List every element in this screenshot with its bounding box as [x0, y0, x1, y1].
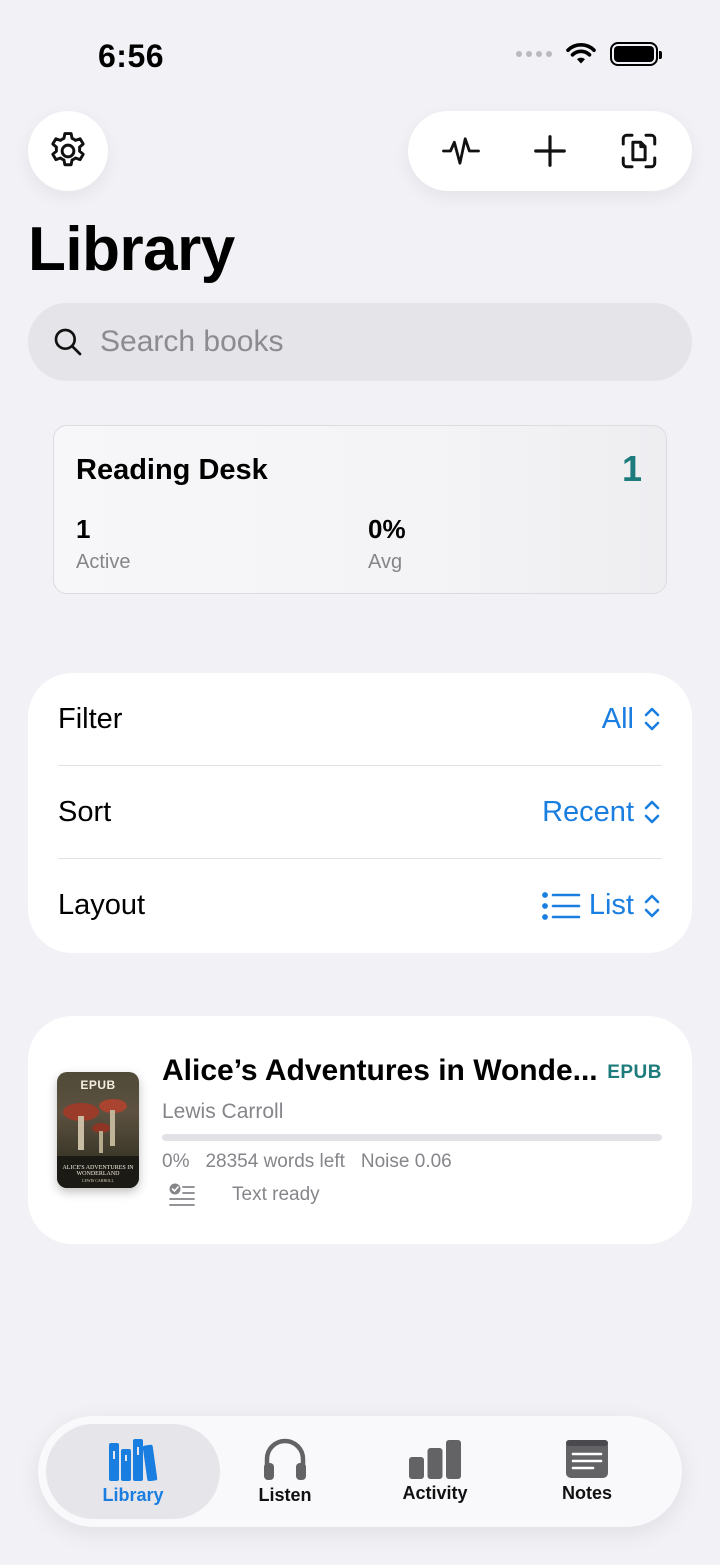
- stat-active: 1 Active: [76, 514, 130, 574]
- layout-label: Layout: [58, 889, 146, 921]
- book-progress-percent: 0%: [162, 1151, 190, 1172]
- book-status: Text ready: [168, 1182, 320, 1208]
- note-icon: [566, 1440, 608, 1478]
- book-cover: EPUB ALICE'S ADVENTURES IN WONDERLAND LE…: [57, 1072, 139, 1188]
- plus-icon: [534, 135, 566, 167]
- cover-author: LEWIS CARROLL: [82, 1178, 114, 1183]
- add-book-button[interactable]: [518, 119, 582, 183]
- tab-listen-label: Listen: [258, 1485, 312, 1505]
- layout-row[interactable]: Layout List: [58, 859, 662, 952]
- book-status-text: Text ready: [232, 1184, 320, 1205]
- tab-library-label: Library: [102, 1485, 164, 1505]
- sort-value: Recent: [542, 795, 634, 828]
- layout-value: List: [588, 889, 634, 921]
- chevron-up-down-icon: [644, 800, 660, 824]
- search-icon: [54, 328, 82, 356]
- page-title: Library: [28, 215, 235, 284]
- chevron-up-down-icon: [644, 707, 660, 731]
- tab-listen[interactable]: Listen: [198, 1424, 372, 1519]
- sort-row[interactable]: Sort Recent: [58, 766, 662, 859]
- book-words-left: 28354 words left: [205, 1151, 345, 1172]
- stat-avg-label: Avg: [368, 551, 403, 573]
- reading-desk-title: Reading Desk: [76, 454, 268, 486]
- tab-activity-label: Activity: [402, 1483, 468, 1503]
- activity-button[interactable]: [429, 119, 493, 183]
- status-icons: [516, 42, 662, 66]
- stat-active-label: Active: [76, 551, 131, 573]
- settings-button[interactable]: [28, 111, 108, 191]
- sort-picker[interactable]: Recent: [542, 796, 662, 829]
- filter-picker[interactable]: All: [602, 703, 662, 736]
- cover-title: ALICE'S ADVENTURES IN WONDERLAND: [62, 1165, 134, 1177]
- books-icon: [109, 1439, 158, 1481]
- book-noise: Noise 0.06: [360, 1151, 452, 1172]
- stat-avg-value: 0%: [368, 514, 406, 544]
- gear-icon: [51, 132, 85, 167]
- chevron-up-down-icon: [644, 894, 660, 917]
- filter-row[interactable]: Filter All: [58, 673, 662, 766]
- toolbar: [408, 111, 692, 191]
- layout-picker[interactable]: List: [541, 889, 662, 922]
- book-title: Alice’s Adventures in Wonde...: [162, 1054, 598, 1087]
- tab-activity[interactable]: Activity: [348, 1424, 522, 1519]
- text-ready-icon: [169, 1183, 195, 1206]
- book-meta: 0% 28354 words left Noise 0.06: [162, 1151, 452, 1173]
- tab-bar: Library Listen Activity Notes: [38, 1416, 682, 1527]
- headphones-icon: [264, 1438, 306, 1480]
- search-bar[interactable]: [28, 303, 692, 381]
- cover-format-tag: EPUB: [80, 1078, 116, 1092]
- bar-chart-icon: [409, 1440, 461, 1479]
- signal-dots-icon: [516, 51, 552, 57]
- filter-label: Filter: [58, 702, 123, 735]
- library-options-card: Filter All Sort Recent Layout List: [28, 673, 692, 953]
- list-icon: [541, 891, 581, 920]
- activity-pulse-icon: [441, 137, 480, 165]
- wifi-icon: [566, 43, 596, 64]
- battery-icon: [610, 42, 662, 66]
- search-input[interactable]: [100, 325, 640, 359]
- book-format-badge: EPUB: [607, 1062, 662, 1083]
- scan-document-button[interactable]: [607, 119, 671, 183]
- tab-notes[interactable]: Notes: [500, 1424, 674, 1519]
- book-card[interactable]: EPUB ALICE'S ADVENTURES IN WONDERLAND LE…: [28, 1016, 692, 1244]
- sort-label: Sort: [58, 795, 112, 828]
- tab-notes-label: Notes: [561, 1483, 612, 1503]
- book-author: Lewis Carroll: [162, 1100, 284, 1123]
- filter-value: All: [601, 702, 634, 735]
- stat-avg: 0% Avg: [368, 514, 406, 574]
- reading-progress-bar: [162, 1134, 662, 1141]
- tab-library[interactable]: Library: [46, 1424, 220, 1519]
- reading-desk-count: 1: [621, 448, 642, 489]
- status-time: 6:56: [98, 38, 165, 74]
- scan-document-icon: [622, 133, 657, 169]
- stat-active-value: 1: [76, 514, 91, 544]
- reading-desk-card[interactable]: Reading Desk 1 1 Active 0% Avg: [53, 425, 667, 594]
